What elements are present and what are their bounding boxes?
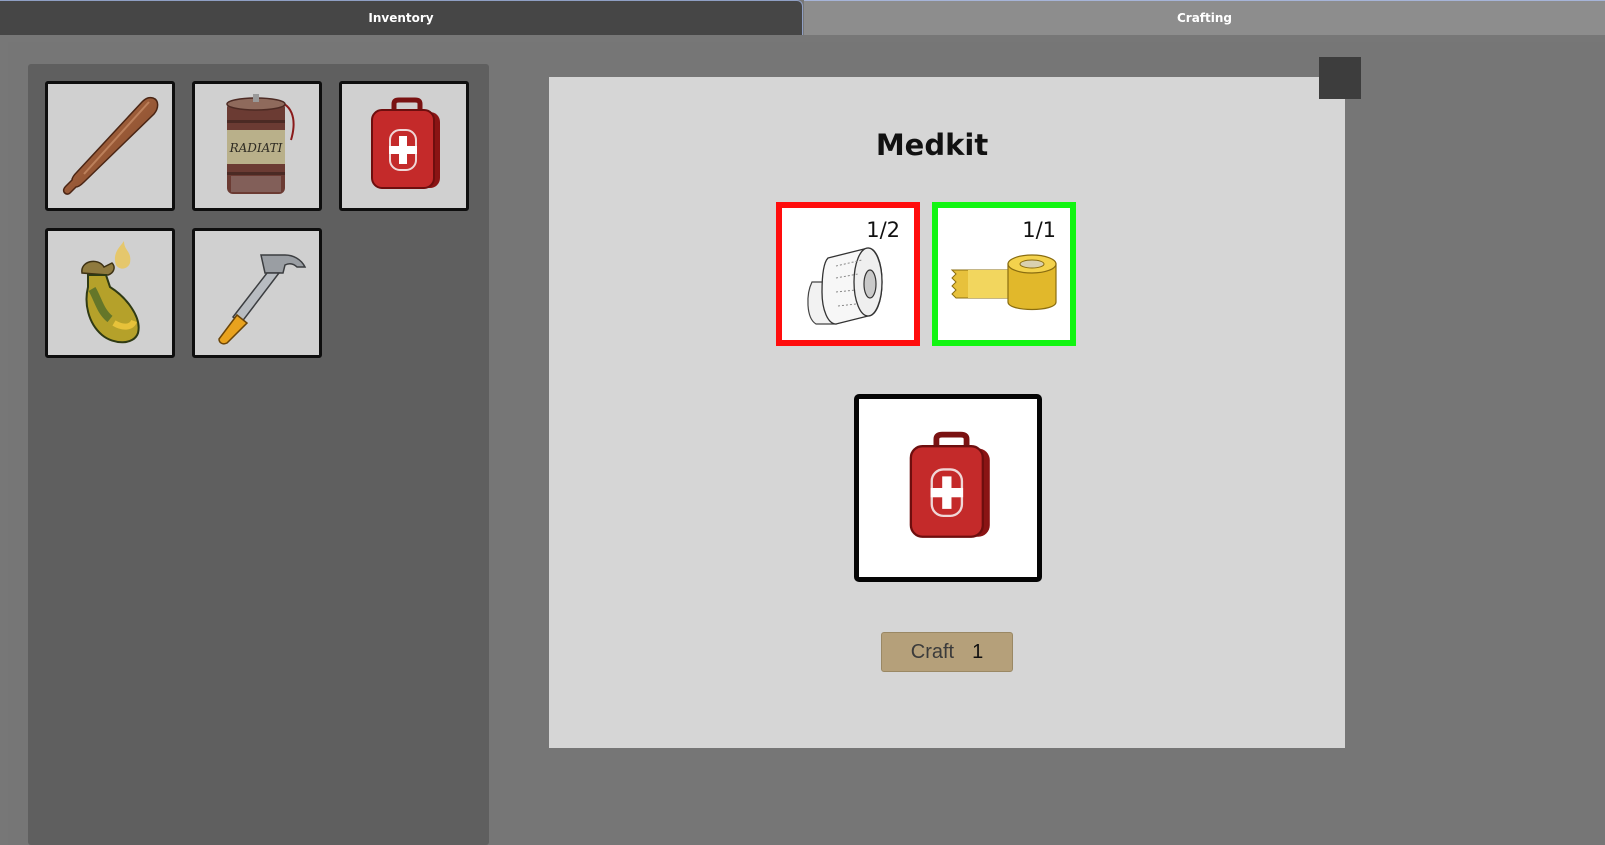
inventory-slot-molotov[interactable] bbox=[45, 228, 175, 358]
hammer-icon bbox=[218, 254, 307, 345]
tab-bar: Inventory Crafting bbox=[0, 0, 1605, 37]
close-button[interactable] bbox=[1319, 57, 1361, 99]
craft-button[interactable]: Craft 1 bbox=[881, 632, 1013, 672]
radiation-barrel-icon: RADIATI bbox=[226, 94, 295, 194]
craft-result-slot bbox=[854, 394, 1042, 582]
svg-text:RADIATI: RADIATI bbox=[229, 141, 283, 155]
inventory-slot-medkit[interactable] bbox=[339, 81, 469, 211]
inventory-slot-hammer[interactable] bbox=[192, 228, 322, 358]
inventory-slot-radiation-barrel[interactable]: RADIATI bbox=[192, 81, 322, 211]
inventory-slot-baseball-bat[interactable] bbox=[45, 81, 175, 211]
recipe-title: Medkit bbox=[875, 128, 989, 162]
craft-quantity: 1 bbox=[972, 640, 984, 663]
bandage-icon bbox=[807, 247, 883, 325]
tape-icon bbox=[950, 254, 1057, 311]
medkit-icon bbox=[371, 97, 440, 189]
ingredient-slot-bandage[interactable]: 1/2 bbox=[776, 202, 920, 346]
tab-crafting[interactable]: Crafting bbox=[804, 0, 1605, 35]
tab-inventory[interactable]: Inventory bbox=[0, 0, 803, 35]
craft-button-label: Craft bbox=[910, 640, 955, 663]
ingredient-slot-tape[interactable]: 1/1 bbox=[932, 202, 1076, 346]
medkit-icon bbox=[909, 431, 990, 538]
baseball-bat-icon bbox=[62, 96, 159, 195]
molotov-icon bbox=[81, 241, 140, 344]
